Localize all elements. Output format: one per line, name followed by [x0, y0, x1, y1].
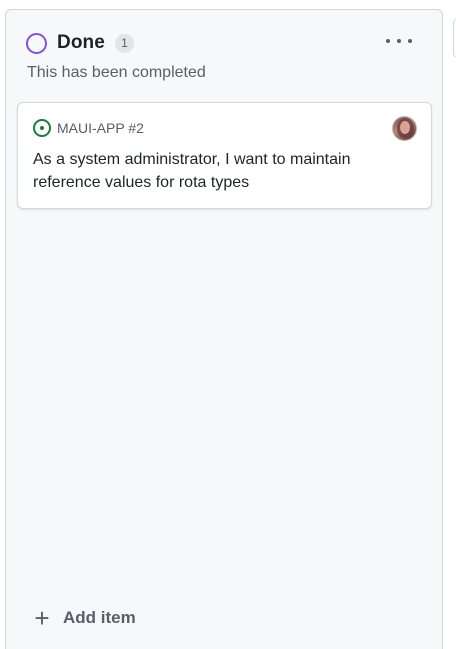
avatar-face — [400, 121, 410, 134]
column-title: Done — [57, 32, 105, 53]
plus-icon: + — [34, 603, 50, 633]
column-more-options-button[interactable] — [386, 34, 412, 48]
more-options-dot-icon — [397, 39, 401, 43]
issue-title[interactable]: As a system administrator, I want to mai… — [33, 148, 403, 194]
add-item-label: Add item — [63, 608, 136, 627]
add-item-button[interactable]: + Add item — [30, 603, 136, 633]
issue-reference: MAUI-APP #2 — [57, 120, 144, 136]
more-options-dot-icon — [408, 39, 412, 43]
status-circle-icon — [26, 32, 47, 54]
column-description: This has been completed — [27, 64, 206, 81]
user-avatar[interactable] — [392, 116, 417, 141]
done-column: Done 1 This has been completed MAUI-APP … — [5, 9, 443, 649]
issue-metadata: MAUI-APP #2 — [33, 119, 144, 137]
item-count-badge: 1 — [114, 33, 134, 53]
more-options-dot-icon — [386, 39, 390, 43]
issue-opened-icon — [33, 119, 51, 137]
issue-card[interactable]: MAUI-APP #2 As a system administrator, I… — [17, 102, 432, 209]
column-header: Done 1 — [26, 28, 422, 58]
